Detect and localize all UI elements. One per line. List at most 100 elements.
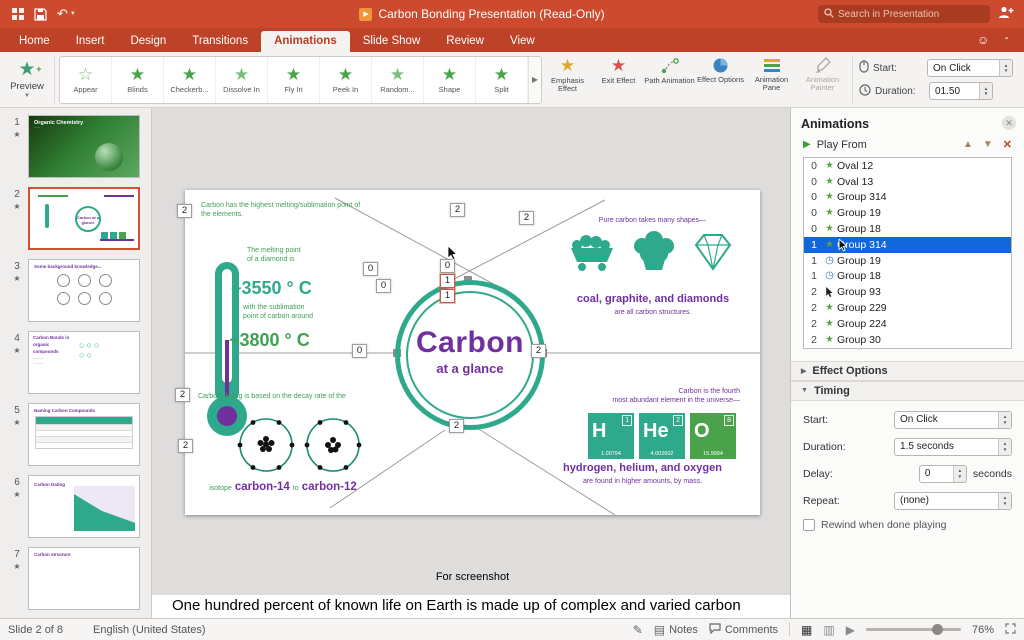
element-tiles[interactable]: H11.00794 He24.002602 O815.9994 <box>588 413 736 459</box>
save-icon[interactable] <box>34 8 47 21</box>
delay-stepper[interactable]: 0▲▼ <box>919 465 967 483</box>
tab-transitions[interactable]: Transitions <box>179 31 261 52</box>
search-box[interactable] <box>818 5 990 23</box>
animation-order-badge[interactable]: 0 <box>352 344 367 358</box>
thumbnail-image[interactable]: Carbon structure <box>28 547 140 610</box>
zoom-level[interactable]: 76% <box>972 624 994 636</box>
tab-animations[interactable]: Animations <box>261 31 350 52</box>
tab-insert[interactable]: Insert <box>63 31 118 52</box>
preview-button[interactable]: ★+ Preview ▼ <box>4 60 50 99</box>
play-from-button[interactable]: Play From <box>817 139 867 151</box>
animation-order-badge[interactable]: 2 <box>450 203 465 217</box>
thumbnail-image[interactable]: Some background knowledge... <box>28 259 140 322</box>
fit-to-window-icon[interactable] <box>1005 623 1016 637</box>
slide-sorter-view-button[interactable]: ▥ <box>823 624 834 636</box>
animation-order-badge[interactable]: 0 <box>376 279 391 293</box>
shapes-rest-text[interactable]: are all carbon structures. <box>563 308 743 317</box>
animation-order-badge[interactable]: 2 <box>177 204 192 218</box>
animation-item[interactable]: 2Group 93 <box>804 284 1011 300</box>
grid-icon[interactable] <box>12 8 24 20</box>
shapes-bold-text[interactable]: coal, graphite, and diamonds <box>563 293 743 305</box>
thumbnail-slide-4[interactable]: 4★ Carbon Bonds in organic compounds————… <box>6 331 151 394</box>
animation-order-badge[interactable]: 2 <box>178 439 193 453</box>
thumbnail-image[interactable]: Carbon at a glance <box>28 187 140 250</box>
sublimation-lead[interactable]: with the sublimationpoint of carbon arou… <box>243 303 353 322</box>
animation-item[interactable]: 1◷Group 18 <box>804 269 1011 285</box>
animation-order-badge[interactable]: 2 <box>531 344 546 358</box>
share-user-icon[interactable] <box>998 6 1014 22</box>
animation-order-badge[interactable]: 2 <box>449 419 464 433</box>
melting-temp-value[interactable]: ~3550 ° C <box>231 278 312 299</box>
tab-review[interactable]: Review <box>433 31 497 52</box>
animation-painter-button[interactable]: Animation Painter <box>797 54 848 106</box>
animation-item[interactable]: 0★Oval 12 <box>804 158 1011 174</box>
isotope-caption[interactable]: isotope carbon-14 to carbon-12 <box>193 481 373 493</box>
slide-center-subtitle[interactable]: at a glance <box>395 361 545 376</box>
tab-design[interactable]: Design <box>117 31 179 52</box>
start-dropdown[interactable]: On Click▲▼ <box>894 411 1012 429</box>
effect-random[interactable]: ★Random... <box>372 57 424 103</box>
abundance-intro[interactable]: Carbon is the fourthmost abundant elemen… <box>545 387 740 406</box>
duration-stepper[interactable]: 1.5 seconds▲▼ <box>894 438 1012 456</box>
thumbnail-slide-6[interactable]: 6★ Carbon Dating <box>6 475 151 538</box>
slide-2-editing-surface[interactable]: Carbon at a glance Carbon has the highes… <box>185 190 760 515</box>
move-down-icon[interactable]: ▼ <box>983 139 993 150</box>
effect-shape[interactable]: ★Shape <box>424 57 476 103</box>
normal-view-button[interactable]: ▦ <box>801 624 812 636</box>
thumbnail-slide-1[interactable]: 1★ Organic Chemistry ····· <box>6 115 151 178</box>
tab-home[interactable]: Home <box>6 31 63 52</box>
animation-item[interactable]: 2★Group 30 <box>804 332 1011 348</box>
search-input[interactable] <box>838 9 984 20</box>
sublimation-temp-value[interactable]: ~3800 ° C <box>229 330 310 351</box>
ribbon-duration-stepper[interactable]: 01.50▲▼ <box>929 82 993 100</box>
collapse-ribbon-icon[interactable]: ⌃ <box>1003 36 1010 45</box>
carbon-14-atom-icon[interactable] <box>237 416 295 477</box>
carbon-shapes-icons[interactable] <box>565 226 740 280</box>
slide-center-title[interactable]: Carbon <box>395 326 545 360</box>
animation-item-selected[interactable]: 1★Group 314 <box>804 237 1011 253</box>
effect-fly-in[interactable]: ★Fly In <box>268 57 320 103</box>
animation-item[interactable]: 0★Group 18 <box>804 221 1011 237</box>
animation-item[interactable]: 0★Oval 13 <box>804 174 1011 190</box>
bottom-text-line[interactable]: One hundred percent of known life on Ear… <box>152 595 790 618</box>
thumbnail-slide-2[interactable]: 2★ Carbon at a glance <box>6 187 151 250</box>
canvas-caption-text[interactable]: For screenshot <box>185 571 760 583</box>
animation-order-badge[interactable]: 0 <box>363 262 378 276</box>
slideshow-view-button[interactable]: ▶ <box>846 624 855 636</box>
path-animation-button[interactable]: Path Animation <box>644 54 695 106</box>
zoom-slider[interactable] <box>866 628 961 631</box>
animation-item[interactable]: 0★Group 314 <box>804 190 1011 206</box>
animation-order-badge-selected[interactable]: 1 <box>440 274 455 288</box>
effect-options-section-header[interactable]: ▶Effect Options <box>791 361 1024 381</box>
shapes-intro-text[interactable]: Pure carbon takes many shapes— <box>565 216 740 225</box>
notes-toggle[interactable]: ▤Notes <box>654 624 698 636</box>
effect-split[interactable]: ★Split <box>476 57 528 103</box>
animation-item[interactable]: 2★Group 229 <box>804 300 1011 316</box>
comments-toggle[interactable]: Comments <box>709 623 778 637</box>
spell-check-icon[interactable]: ✎ <box>633 624 643 636</box>
thumbnail-slide-5[interactable]: 5★ Naming Carbon Compounds <box>6 403 151 466</box>
thumbnail-image[interactable]: Naming Carbon Compounds <box>28 403 140 466</box>
repeat-dropdown[interactable]: (none)▲▼ <box>894 492 1012 510</box>
language-indicator[interactable]: English (United States) <box>93 624 206 636</box>
tab-view[interactable]: View <box>497 31 548 52</box>
effect-options-button[interactable]: Effect Options <box>695 54 746 106</box>
animation-order-badge[interactable]: 1 <box>440 289 455 303</box>
animation-order-badge[interactable]: 2 <box>175 388 190 402</box>
effect-dissolve-in[interactable]: ★Dissolve In <box>216 57 268 103</box>
timing-section-header[interactable]: ▼Timing <box>791 381 1024 401</box>
animation-item[interactable]: 0★Group 19 <box>804 205 1011 221</box>
abundance-rest-text[interactable]: are found in higher amounts, by mass. <box>545 477 740 486</box>
effect-checkerboard[interactable]: ★Checkerb... <box>164 57 216 103</box>
close-pane-icon[interactable]: ✕ <box>1002 116 1016 130</box>
abundance-bold-text[interactable]: hydrogen, helium, and oxygen <box>545 462 740 474</box>
effect-peek-in[interactable]: ★Peek In <box>320 57 372 103</box>
thumbnail-image[interactable]: Carbon Bonds in organic compounds—————— … <box>28 331 140 394</box>
thumbnail-image[interactable]: Carbon Dating <box>28 475 140 538</box>
undo-button[interactable]: ↶▼ <box>57 6 76 22</box>
thumbnail-image[interactable]: Organic Chemistry ····· <box>28 115 140 178</box>
emphasis-effect-button[interactable]: ★Emphasis Effect <box>542 54 593 106</box>
ribbon-start-dropdown[interactable]: On Click▲▼ <box>927 59 1013 77</box>
carbon-dating-intro[interactable]: Carbon-dating is based on the decay rate… <box>198 392 368 401</box>
tab-slide-show[interactable]: Slide Show <box>350 31 434 52</box>
